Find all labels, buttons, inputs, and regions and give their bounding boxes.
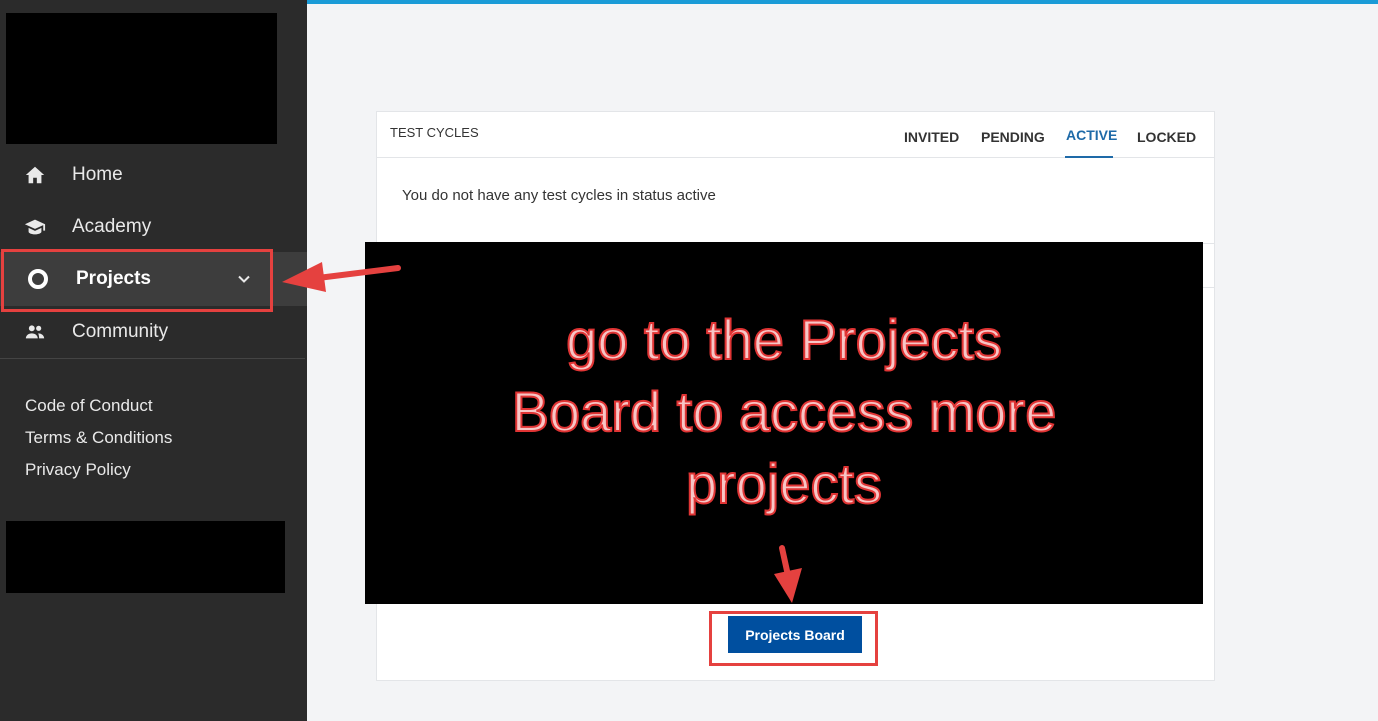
code-of-conduct-link[interactable]: Code of Conduct [25, 396, 153, 416]
tab-active[interactable]: ACTIVE [1066, 127, 1117, 143]
tab-pending[interactable]: PENDING [981, 129, 1045, 145]
sidebar-item-academy[interactable]: Academy [0, 202, 307, 252]
graduation-cap-icon [24, 219, 46, 235]
annotation-text: go to the Projects Board to access more … [365, 304, 1203, 520]
sidebar-item-label: Academy [72, 216, 152, 237]
sidebar-item-label: Community [72, 321, 169, 342]
highlight-box-projects [1, 249, 273, 312]
highlight-box-button [709, 611, 878, 666]
annotation-line: go to the Projects [565, 307, 1003, 372]
sidebar-item-label: Home [72, 164, 123, 185]
sidebar-item-home[interactable]: Home [0, 150, 307, 200]
home-icon [25, 166, 45, 184]
redacted-block [6, 521, 285, 593]
top-accent-bar [307, 0, 1378, 4]
sidebar: Home Academy Projects Community Code of … [0, 0, 307, 721]
privacy-policy-link[interactable]: Privacy Policy [25, 460, 131, 480]
card-title: TEST CYCLES [390, 125, 479, 140]
sidebar-divider [0, 358, 305, 359]
empty-state-message: You do not have any test cycles in statu… [402, 187, 716, 204]
people-icon [25, 325, 45, 339]
sidebar-item-community[interactable]: Community [0, 307, 307, 357]
annotation-line: projects [685, 451, 883, 516]
tab-locked[interactable]: LOCKED [1137, 129, 1196, 145]
redacted-logo [6, 13, 277, 144]
annotation-line: Board to access more [511, 379, 1058, 444]
tab-invited[interactable]: INVITED [904, 129, 959, 145]
active-tab-indicator [1065, 156, 1113, 158]
annotation-overlay: go to the Projects Board to access more … [365, 242, 1203, 604]
terms-conditions-link[interactable]: Terms & Conditions [25, 428, 172, 448]
card-header: TEST CYCLES INVITED PENDING ACTIVE LOCKE… [377, 112, 1214, 158]
